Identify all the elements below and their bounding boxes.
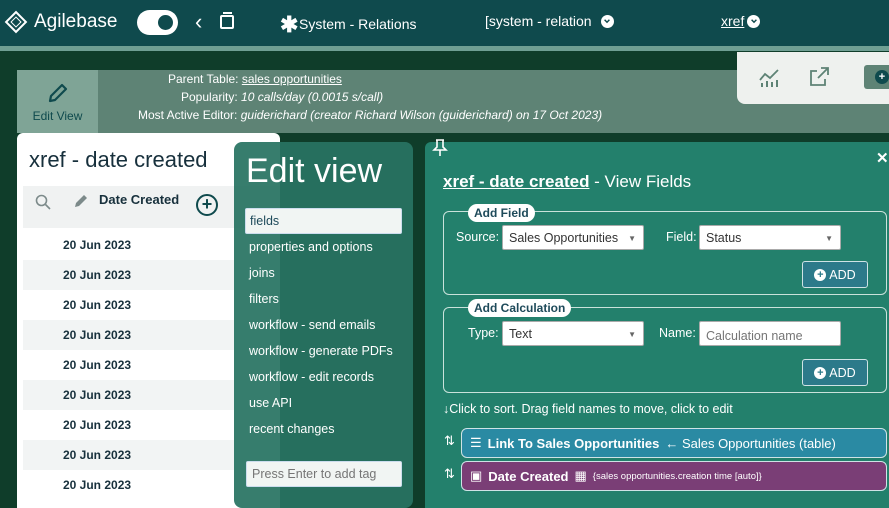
edit-view-menu-item[interactable]: fields xyxy=(245,208,402,234)
close-icon[interactable]: ✕ xyxy=(876,149,889,167)
source-select[interactable]: Sales Opportunities ▼ xyxy=(502,225,644,250)
add-calculation-button[interactable]: + ADD xyxy=(802,359,868,386)
fields-panel-title: xref - date created - View Fields xyxy=(443,172,691,192)
edit-view-menu-item[interactable]: workflow - generate PDFs xyxy=(245,338,402,364)
view-title: xref - date created xyxy=(29,147,208,172)
parent-table-link[interactable]: sales opportunities xyxy=(242,72,342,86)
view-selector-label: [system - relation xyxy=(485,13,592,29)
caret-down-icon: ▼ xyxy=(628,234,636,243)
sort-hint-text: Click to sort. Drag field names to move,… xyxy=(449,402,733,416)
add-record-button[interactable]: + xyxy=(864,65,889,89)
top-bar-divider xyxy=(0,46,889,51)
search-icon[interactable] xyxy=(35,194,51,210)
asterisk-icon: ✱ xyxy=(280,12,299,37)
external-link-icon[interactable] xyxy=(807,65,831,89)
logo-diamond-icon xyxy=(4,10,28,34)
column-header-date-created[interactable]: Date Created xyxy=(99,192,179,207)
edit-view-menu-item[interactable]: recent changes xyxy=(245,416,402,442)
chevron-down-icon xyxy=(747,14,761,28)
edit-view-menu-item[interactable]: filters xyxy=(245,286,402,312)
plus-icon: + xyxy=(875,70,889,84)
drag-sort-icon[interactable]: ⇅ xyxy=(444,466,455,482)
add-calculation-legend: Add Calculation xyxy=(468,299,572,317)
field-select[interactable]: Status ▼ xyxy=(699,225,841,250)
field-detail: ← Sales Opportunities (table) xyxy=(665,435,836,451)
edit-view-button[interactable]: Edit View xyxy=(17,70,98,133)
popularity-label: Popularity: xyxy=(181,90,238,104)
plus-icon: + xyxy=(814,268,827,281)
caret-down-icon: ▼ xyxy=(628,330,636,339)
editor-value: guiderichard (creator Richard Wilson (gu… xyxy=(240,108,603,122)
editor-line: Most Active Editor: guiderichard (creato… xyxy=(138,108,602,122)
popularity-line: Popularity: 10 calls/day (0.0015 s/call) xyxy=(181,90,383,104)
field-value: Status xyxy=(706,231,742,245)
chevron-down-icon xyxy=(600,14,614,28)
calculator-icon: ▦ xyxy=(574,468,587,483)
plus-icon: + xyxy=(814,366,827,379)
type-select[interactable]: Text ▼ xyxy=(502,321,644,346)
tag-input[interactable] xyxy=(246,461,402,487)
view-name: xref xyxy=(721,13,745,29)
logo[interactable]: Agilebase xyxy=(4,10,118,34)
drag-sort-icon[interactable]: ⇅ xyxy=(444,433,455,449)
toolbox: + xyxy=(737,52,889,104)
edit-view-menu-item[interactable]: properties and options xyxy=(245,234,402,260)
field-link-to-sales-opportunities[interactable]: ☰ Link To Sales Opportunities ← Sales Op… xyxy=(461,428,887,458)
field-name: Date Created xyxy=(488,468,569,484)
caret-down-icon: ▼ xyxy=(825,234,833,243)
parent-table-label: Parent Table: xyxy=(168,72,239,86)
edit-view-menu: fields properties and options joins filters… xyxy=(245,208,402,442)
calculation-name-input[interactable] xyxy=(699,321,841,346)
field-label: Field: xyxy=(666,230,697,244)
parent-table-line: Parent Table: sales opportunities xyxy=(168,72,342,86)
view-fields-suffix: - View Fields xyxy=(589,172,692,191)
sort-hint: ↓Click to sort. Drag field names to move… xyxy=(443,402,733,416)
view-name-menu[interactable]: xref xyxy=(721,13,761,29)
chart-icon[interactable] xyxy=(757,65,781,89)
back-icon[interactable]: ‹ xyxy=(195,11,202,33)
edit-view-menu-item[interactable]: joins xyxy=(245,260,402,286)
pin-icon[interactable] xyxy=(432,139,448,157)
field-date-created[interactable]: ▣ Date Created ▦ {sales opportunities.cr… xyxy=(461,461,887,491)
add-field-legend: Add Field xyxy=(468,204,535,222)
list-icon: ☰ xyxy=(470,435,482,450)
type-label: Type: xyxy=(468,326,499,340)
edit-view-label: Edit View xyxy=(32,108,83,123)
logo-text: Agilebase xyxy=(34,11,118,32)
type-value: Text xyxy=(509,327,532,341)
source-label: Source: xyxy=(456,230,500,244)
add-calculation-button-label: ADD xyxy=(829,365,856,380)
table-name[interactable]: System - Relations xyxy=(299,16,416,32)
field-detail: {sales opportunities.creation time [auto… xyxy=(592,470,762,482)
view-title-link[interactable]: xref - date created xyxy=(443,172,589,191)
pencil-icon[interactable] xyxy=(73,193,89,209)
source-value: Sales Opportunities xyxy=(509,231,619,245)
edit-view-title: Edit view xyxy=(246,152,383,190)
add-column-icon[interactable]: + xyxy=(196,194,218,216)
popularity-value: 10 calls/day (0.0015 s/call) xyxy=(241,90,384,104)
name-label: Name: xyxy=(659,326,696,340)
edit-view-menu-item[interactable]: use API xyxy=(245,390,402,416)
calendar-icon: ▣ xyxy=(470,468,483,483)
add-field-button[interactable]: + ADD xyxy=(802,261,868,288)
field-name: Link To Sales Opportunities xyxy=(487,435,660,451)
window-icon[interactable] xyxy=(220,12,234,29)
view-selector[interactable]: [system - relation xyxy=(485,13,614,29)
mode-toggle[interactable] xyxy=(137,10,178,35)
add-field-button-label: ADD xyxy=(829,267,856,282)
editor-label: Most Active Editor: xyxy=(138,108,238,122)
toggle-knob xyxy=(158,15,173,30)
edit-view-menu-item[interactable]: workflow - edit records xyxy=(245,364,402,390)
edit-view-menu-item[interactable]: workflow - send emails xyxy=(245,312,402,338)
pencil-icon xyxy=(48,83,67,102)
